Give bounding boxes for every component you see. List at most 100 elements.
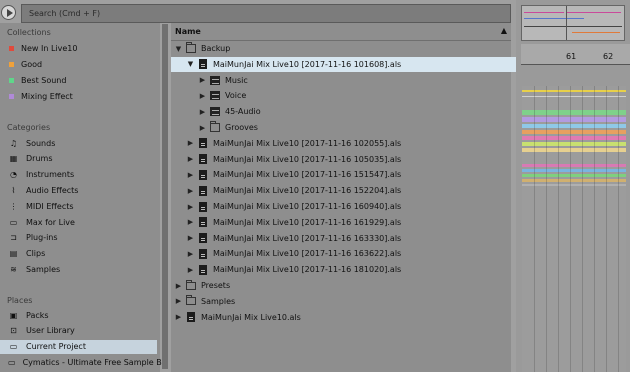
row-label: Samples bbox=[201, 296, 236, 306]
expand-arrow-icon[interactable]: ▶ bbox=[187, 250, 194, 258]
browser-row[interactable]: ▶ Presets bbox=[171, 278, 515, 293]
category-label: Plug-ins bbox=[26, 233, 58, 243]
category-item[interactable]: ▦ Drums bbox=[0, 152, 157, 166]
live-set-file-icon bbox=[198, 169, 208, 180]
bar-61-label: 61 bbox=[566, 52, 577, 61]
expand-arrow-icon[interactable]: ▶ bbox=[199, 76, 206, 84]
row-label: MaiMunJai Mix Live10 [2017-11-16 163622]… bbox=[213, 249, 402, 259]
browser-row[interactable]: ▶ Grooves bbox=[171, 120, 539, 135]
live-set-file-icon bbox=[198, 233, 208, 244]
sort-arrow-icon[interactable]: ▲ bbox=[501, 26, 507, 35]
clock-icon: ◔ bbox=[10, 170, 17, 180]
collection-item[interactable]: Best Sound bbox=[0, 73, 157, 87]
folder-icon bbox=[210, 75, 220, 85]
sidebar-scrollbar[interactable] bbox=[162, 24, 168, 369]
browser-row[interactable]: ▶ MaiMunJai Mix Live10 [2017-11-16 10205… bbox=[171, 136, 527, 151]
color-tag-icon bbox=[9, 61, 14, 67]
live-set-file-icon bbox=[198, 248, 208, 259]
category-item[interactable]: ♫ Sounds bbox=[0, 136, 157, 150]
row-label: Voice bbox=[225, 91, 247, 101]
live-set-file-icon bbox=[198, 154, 208, 165]
category-label: Samples bbox=[26, 264, 61, 274]
color-tag-icon bbox=[9, 93, 14, 99]
browser-row[interactable]: ▶ MaiMunJai Mix Live10 [2017-11-16 15220… bbox=[171, 183, 527, 198]
expand-arrow-icon[interactable]: ▶ bbox=[187, 266, 194, 274]
collection-label: Good bbox=[21, 59, 43, 69]
search-input[interactable]: Search (Cmd + F) bbox=[21, 4, 511, 23]
row-label: MaiMunJai Mix Live10 [2017-11-16 101608]… bbox=[213, 59, 402, 69]
expand-arrow-icon[interactable]: ▶ bbox=[187, 139, 194, 147]
preview-play-button[interactable] bbox=[1, 5, 16, 20]
expand-arrow-icon[interactable]: ▶ bbox=[199, 92, 206, 100]
expand-arrow-icon[interactable]: ▶ bbox=[199, 108, 206, 116]
timeline-ruler[interactable]: 61 62 bbox=[521, 44, 630, 65]
place-item[interactable]: ▭ Current Project bbox=[0, 339, 157, 354]
category-item[interactable]: ▭ Max for Live bbox=[0, 215, 157, 229]
browser-row[interactable]: ▶ MaiMunJai Mix Live10 [2017-11-16 16192… bbox=[171, 215, 527, 230]
browser-row[interactable]: ▶ MaiMunJai Mix Live10 [2017-11-16 18102… bbox=[171, 262, 527, 277]
expand-arrow-icon[interactable]: ▶ bbox=[175, 282, 182, 290]
browser-row[interactable]: ▶ MaiMunJai Mix Live10 [2017-11-16 10503… bbox=[171, 152, 527, 167]
category-item[interactable]: ⋮ MIDI Effects bbox=[0, 199, 157, 213]
expand-arrow-icon[interactable]: ▶ bbox=[187, 218, 194, 226]
browser-row[interactable]: ▶ 45-Audio bbox=[171, 104, 539, 119]
place-label: Packs bbox=[26, 310, 49, 320]
name-column-header[interactable]: Name ▲ bbox=[171, 23, 511, 41]
category-item[interactable]: ◔ Instruments bbox=[0, 168, 157, 182]
category-item[interactable]: ≋ Samples bbox=[0, 262, 157, 276]
browser-row[interactable]: ▶ Samples bbox=[171, 294, 515, 309]
browser-row[interactable]: ▶ Music bbox=[171, 73, 539, 88]
categories-title: Categories bbox=[7, 123, 51, 132]
expand-arrow-icon[interactable]: ▶ bbox=[187, 171, 194, 179]
expand-arrow-icon[interactable]: ▶ bbox=[187, 203, 194, 211]
category-item[interactable]: ▤ Clips bbox=[0, 247, 157, 261]
browser-row[interactable]: ▶ MaiMunJai Mix Live10 [2017-11-16 16333… bbox=[171, 231, 527, 246]
category-item[interactable]: ⌇ Audio Effects bbox=[0, 183, 157, 197]
browser-row[interactable]: ▶ Voice bbox=[171, 88, 539, 103]
folder-icon bbox=[186, 295, 196, 306]
place-label: Current Project bbox=[26, 342, 86, 352]
row-label: MaiMunJai Mix Live10 [2017-11-16 160940]… bbox=[213, 202, 402, 211]
browser-row[interactable]: ▼ Backup bbox=[171, 41, 515, 56]
expand-arrow-icon[interactable]: ▶ bbox=[187, 155, 194, 163]
row-label: 45-Audio bbox=[225, 107, 261, 117]
expand-arrow-icon[interactable]: ▶ bbox=[187, 234, 194, 242]
overview-strip[interactable] bbox=[521, 5, 625, 41]
live-set-file-icon bbox=[198, 264, 208, 275]
folder-icon bbox=[210, 91, 220, 101]
expand-arrow-icon[interactable]: ▶ bbox=[175, 313, 182, 321]
color-tag-icon bbox=[9, 77, 14, 83]
place-label: User Library bbox=[26, 326, 75, 336]
browser-row[interactable]: ▶ MaiMunJai Mix Live10 [2017-11-16 15154… bbox=[171, 167, 527, 182]
category-label: Max for Live bbox=[26, 217, 75, 227]
folder-icon bbox=[210, 107, 220, 117]
clip-grid[interactable] bbox=[522, 86, 626, 372]
browser-row[interactable]: ▶ MaiMunJai Mix Live10 [2017-11-16 16094… bbox=[171, 199, 527, 214]
browser-row[interactable]: ▶ MaiMunJai Mix Live10 [2017-11-16 16362… bbox=[171, 246, 527, 261]
row-label: MaiMunJai Mix Live10 [2017-11-16 105035]… bbox=[213, 154, 402, 164]
place-item[interactable]: ▭ Cymatics - Ultimate Free Sample Bu bbox=[0, 355, 167, 369]
place-item[interactable]: ⊡ User Library bbox=[0, 324, 157, 338]
clips-icon: ▤ bbox=[9, 249, 18, 259]
collection-item[interactable]: New In Live10 bbox=[0, 41, 157, 55]
folder-icon bbox=[210, 121, 220, 133]
category-item[interactable]: ⊐ Plug-ins bbox=[0, 231, 157, 245]
collection-item[interactable]: Good bbox=[0, 57, 157, 71]
arrangement-view: 61 62 bbox=[516, 0, 630, 372]
expand-arrow-icon[interactable]: ▶ bbox=[187, 187, 194, 195]
folder-icon: ▭ bbox=[8, 357, 16, 367]
plug-in-icon: ⊐ bbox=[10, 233, 17, 243]
collapse-arrow-icon[interactable]: ▼ bbox=[175, 45, 182, 53]
browser-sidebar: Collections New In Live10 Good Best Soun… bbox=[0, 23, 167, 372]
live-set-file-icon bbox=[198, 185, 208, 196]
color-tag-icon bbox=[9, 45, 14, 51]
place-item[interactable]: ▣ Packs bbox=[0, 308, 157, 322]
expand-arrow-icon[interactable]: ▶ bbox=[175, 297, 182, 305]
browser-row[interactable]: ▼ MaiMunJai Mix Live10 [2017-11-16 10160… bbox=[171, 56, 527, 72]
file-browser: Name ▲ ▼ Backup ▼ MaiMunJai Mix Live10 [2… bbox=[171, 23, 527, 372]
browser-row[interactable]: ▶ MaiMunJai Mix Live10.als bbox=[171, 310, 515, 325]
collapse-arrow-icon[interactable]: ▼ bbox=[187, 60, 194, 68]
expand-arrow-icon[interactable]: ▶ bbox=[199, 124, 206, 132]
collection-item[interactable]: Mixing Effect bbox=[0, 89, 157, 103]
row-label: MaiMunJai Mix Live10 [2017-11-16 181020]… bbox=[213, 265, 402, 275]
